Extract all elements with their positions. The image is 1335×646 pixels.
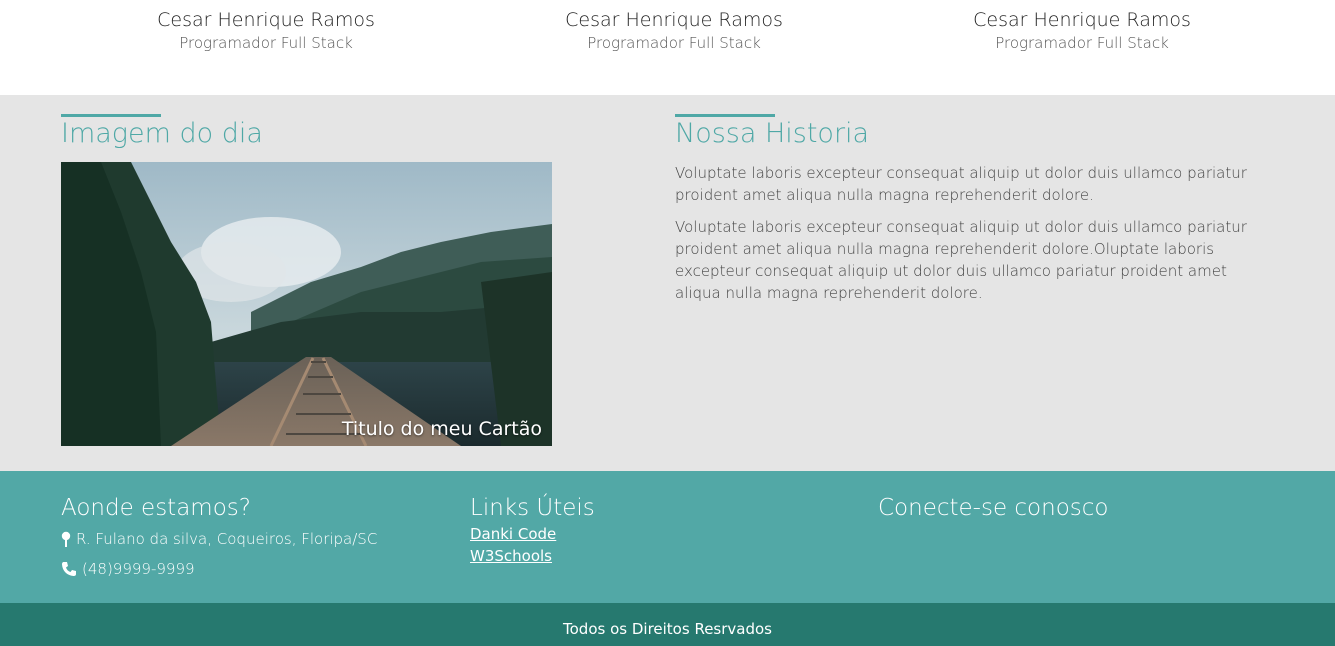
address-text: R. Fulano da silva, Coqueiros, Floripa/S… [76,530,378,548]
image-of-day-card[interactable]: Titulo do meu Cartão [61,162,552,446]
history-paragraph: Voluptate laboris excepteur consequat al… [675,218,1247,302]
address-line: R. Fulano da silva, Coqueiros, Floripa/S… [61,528,377,550]
history-title: Nossa Historia [675,118,870,149]
footer: Aonde estamos? R. Fulano da silva, Coque… [0,471,1335,603]
copyright-bar: Todos os Direitos Resrvados [0,603,1335,646]
member-name: Cesar Henrique Ramos [973,9,1191,31]
phone-line: (48)9999-9999 [61,558,377,580]
railway-bridge-photo [61,162,552,446]
history-paragraph: Voluptate laboris excepteur consequat al… [675,164,1247,204]
image-of-day-title: Imagem do dia [61,118,263,149]
member-name: Cesar Henrique Ramos [565,9,783,31]
team-member: Cesar Henrique Ramos Programador Full St… [932,7,1232,53]
member-role: Programador Full Stack [179,34,353,52]
phone-icon [62,562,76,576]
history-text: Voluptate laboris excepteur consequat al… [675,162,1275,314]
team-section: Cesar Henrique Ramos Programador Full St… [0,0,1335,95]
links-list: Danki Code W3Schools [470,523,595,567]
content-section: Imagem do dia Titulo do meu Cartão Nossa… [0,95,1335,471]
member-name: Cesar Henrique Ramos [157,9,375,31]
copyright-text: Todos os Direitos Resrvados [563,620,772,638]
link-w3schools[interactable]: W3Schools [470,545,595,567]
links-title: Links Úteis [470,495,595,521]
member-role: Programador Full Stack [587,34,761,52]
connect-title: Conecte-se conosco [878,495,1109,521]
footer-connect: Conecte-se conosco [878,493,1108,523]
map-pin-icon [61,531,71,547]
link-danki-code[interactable]: Danki Code [470,523,595,545]
team-member: Cesar Henrique Ramos Programador Full St… [524,7,824,53]
team-member: Cesar Henrique Ramos Programador Full St… [116,7,416,53]
footer-location: Aonde estamos? R. Fulano da silva, Coque… [61,493,377,580]
member-role: Programador Full Stack [995,34,1169,52]
footer-links: Links Úteis Danki Code W3Schools [470,493,595,567]
photo-caption: Titulo do meu Cartão [341,418,542,440]
location-title: Aonde estamos? [61,495,251,521]
phone-text: (48)9999-9999 [82,560,195,578]
